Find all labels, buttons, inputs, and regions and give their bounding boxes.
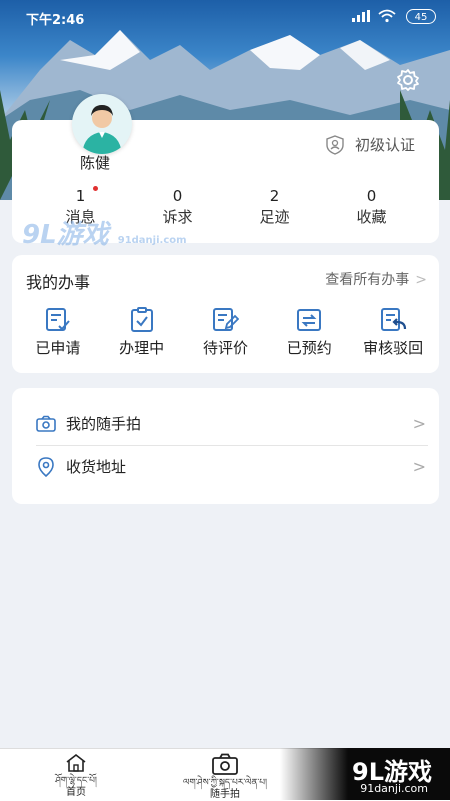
- row-label: 收货地址: [66, 458, 127, 476]
- my-affairs-card: 我的办事 查看所有办事 > 已申请 办理中 待评价 已预约 审核驳回: [12, 255, 439, 373]
- tab-home[interactable]: ཤོག་ལྷེ་དང་པོ། 首页: [36, 753, 116, 799]
- stat-value: 2: [269, 187, 280, 205]
- battery-indicator: 45: [406, 9, 436, 24]
- action-label: 已预约: [286, 339, 332, 357]
- shield-user-icon: [326, 134, 344, 155]
- unread-dot: [93, 186, 98, 191]
- tab-tibetan-label: ལག་ཤེས་ཀྱི་སྐད་པར་ལེན་པ།: [182, 778, 267, 788]
- action-label: 办理中: [119, 339, 165, 357]
- links-card: 我的随手拍 > 收货地址 >: [12, 388, 439, 504]
- stat-value: 1: [75, 187, 86, 205]
- avatar[interactable]: [72, 94, 132, 154]
- stat-label: 收藏: [356, 208, 387, 226]
- pending-review-icon: [213, 308, 240, 331]
- tab-label: 随手拍: [210, 789, 240, 800]
- certification-status[interactable]: 初级认证: [325, 134, 415, 155]
- chevron-right-icon: >: [415, 272, 427, 288]
- watermark-overlay: 9L游戏 91danji.com: [22, 214, 187, 251]
- row-label: 我的随手拍: [66, 415, 142, 433]
- rejected-icon: [381, 308, 407, 331]
- action-label: 已申请: [35, 339, 81, 357]
- watermark-overlay-text: 9L游戏: [22, 220, 109, 250]
- stat-value: 0: [366, 187, 377, 205]
- watermark-overlay-url: 91danji.com: [117, 235, 187, 246]
- action-processing[interactable]: 办理中: [102, 307, 182, 358]
- tab-snapshot[interactable]: ལག་ཤེས་ཀྱི་སྐད་པར་ལེན་པ། 随手拍: [170, 753, 280, 801]
- view-all-label: 查看所有办事: [325, 272, 410, 288]
- chevron-right-icon: >: [412, 457, 426, 476]
- status-bar: 下午2:46 45: [0, 0, 450, 34]
- applied-icon: [45, 308, 70, 331]
- my-affairs-title: 我的办事: [26, 273, 91, 292]
- gear-icon[interactable]: [396, 68, 420, 92]
- stat-value: 0: [172, 187, 183, 205]
- action-applied[interactable]: 已申请: [18, 307, 98, 358]
- action-label: 审核驳回: [363, 339, 424, 357]
- action-pending-review[interactable]: 待评价: [185, 307, 265, 358]
- home-icon: [66, 753, 86, 772]
- camera-icon: [36, 415, 56, 432]
- user-avatar-icon: [82, 105, 122, 154]
- my-snapshots-row[interactable]: 我的随手拍 >: [36, 402, 426, 445]
- action-reserved[interactable]: 已预约: [269, 307, 349, 358]
- stat-favorites[interactable]: 0 收藏: [323, 186, 420, 228]
- wifi-icon: [378, 9, 396, 27]
- affairs-actions: 已申请 办理中 待评价 已预约 审核驳回: [12, 307, 439, 358]
- signal-icon: [352, 10, 370, 26]
- stat-label: 足迹: [259, 208, 290, 226]
- certification-label: 初级认证: [354, 136, 415, 154]
- chevron-right-icon: >: [412, 414, 426, 433]
- user-name: 陈健: [80, 154, 111, 172]
- tab-label: 首页: [66, 787, 86, 798]
- location-icon: [38, 456, 54, 477]
- action-label: 待评价: [202, 339, 248, 357]
- view-all-affairs-link[interactable]: 查看所有办事 >: [325, 269, 427, 289]
- camera-icon: [212, 753, 238, 775]
- action-rejected[interactable]: 审核驳回: [353, 307, 433, 358]
- status-time: 下午2:46: [26, 13, 85, 28]
- watermark-logo: 9L游戏 91danji.com: [280, 748, 450, 800]
- reserved-icon: [297, 309, 322, 331]
- stat-footprints[interactable]: 2 足迹: [226, 186, 323, 228]
- watermark-url: 91danji.com: [360, 782, 428, 795]
- processing-icon: [130, 307, 153, 332]
- tab-tibetan-label: ཤོག་ལྷེ་དང་པོ།: [55, 776, 97, 786]
- delivery-address-row[interactable]: 收货地址 >: [36, 445, 426, 488]
